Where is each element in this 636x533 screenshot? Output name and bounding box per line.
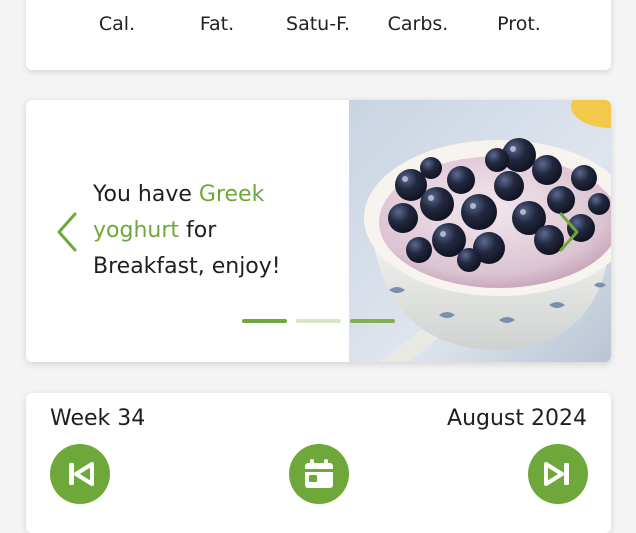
carbs-label: Carbs. [387,13,449,35]
skip-previous-icon [69,462,94,486]
calendar-icon [305,459,333,488]
calories-label: Cal. [98,13,136,35]
fat-label: Fat. [199,13,235,35]
meal-message-prefix: You have [93,182,199,207]
carousel-dot-1[interactable] [242,319,287,323]
nutrient-calories: Cal. [67,0,167,48]
next-week-button[interactable] [528,444,588,504]
previous-week-button[interactable] [50,444,110,504]
meal-message-suffix: , enjoy! [197,254,281,279]
week-label: Week 34 [50,406,146,431]
nutrient-saturated-fat: Satu-F. [268,0,368,48]
saturated-fat-label: Satu-F. [286,13,350,35]
carousel-prev-arrow[interactable] [54,210,84,254]
chevron-right-icon [559,212,579,252]
skip-next-icon [544,462,569,486]
meal-message: You have Greek yoghurt for Breakfast, en… [93,177,323,285]
nutrient-summary-card: Cal. Fat. Satu-F. Carbs. Prot. [26,0,611,70]
chevron-left-icon [57,212,77,252]
week-navigator-card: Week 34 August 2024 [26,393,611,533]
nutrient-fat: Fat. [167,0,267,48]
month-label: August 2024 [447,406,587,431]
protein-label: Prot. [497,13,541,35]
carousel-next-arrow[interactable] [552,210,582,254]
nutrient-protein: Prot. [469,0,569,48]
carousel-dot-3[interactable] [350,319,395,323]
meal-message-middle: for [179,218,217,243]
carousel-dot-2[interactable] [296,319,341,323]
calendar-button[interactable] [289,444,349,504]
meal-carousel-card: You have Greek yoghurt for Breakfast, en… [26,100,611,362]
nutrient-carbs: Carbs. [368,0,468,48]
meal-name: Breakfast [93,254,198,279]
